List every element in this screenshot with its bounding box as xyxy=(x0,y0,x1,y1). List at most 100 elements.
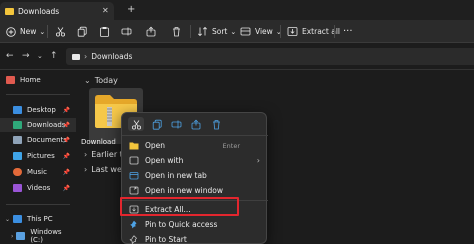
view-button[interactable]: View ⌄ xyxy=(240,24,282,39)
forward-arrow-icon[interactable]: → xyxy=(22,51,30,61)
pin-icon: 📌 xyxy=(62,184,70,192)
downloads-icon xyxy=(13,121,22,129)
tab-downloads[interactable]: Downloads ✕ xyxy=(0,2,114,20)
group-header-today[interactable]: ⌄ Today xyxy=(84,76,118,85)
new-window-icon xyxy=(129,186,139,195)
toolbar-divider xyxy=(334,25,335,38)
back-arrow-icon[interactable]: ← xyxy=(6,51,14,61)
recent-chevron-icon[interactable]: ⌄ xyxy=(37,52,43,60)
sidebar-divider xyxy=(6,94,70,95)
sidebar-item-documents[interactable]: Documents 📌 xyxy=(0,133,76,147)
pin-icon xyxy=(129,220,139,229)
copy-button[interactable] xyxy=(149,117,165,131)
context-menu: Open Enter Open with › Open in new tab O… xyxy=(121,112,268,244)
new-tab-button[interactable]: + xyxy=(127,4,135,15)
highlight-box xyxy=(120,197,239,216)
rename-icon xyxy=(171,120,181,128)
view-button-label: View xyxy=(255,27,273,36)
pictures-icon xyxy=(13,152,22,160)
submenu-arrow-icon: › xyxy=(256,156,260,165)
new-button[interactable]: New ⌄ xyxy=(6,24,45,39)
sidebar-item-label: Documents xyxy=(27,136,67,144)
folder-icon xyxy=(5,7,14,15)
computer-icon xyxy=(13,215,23,223)
menu-item-pin-start[interactable]: Pin to Start xyxy=(122,232,268,244)
group-label: Today xyxy=(94,76,118,85)
expand-chevron-icon[interactable]: ⌄ xyxy=(5,216,10,223)
music-icon xyxy=(13,168,22,176)
sidebar-item-home[interactable]: Home xyxy=(0,73,76,87)
sidebar-item-label: Home xyxy=(20,76,41,84)
sidebar-item-windows-c[interactable]: › Windows (C:) xyxy=(0,228,76,244)
folder-icon xyxy=(72,53,80,60)
toolbar-divider xyxy=(280,25,281,38)
new-tab-icon xyxy=(129,171,139,180)
menu-item-label: Open in new tab xyxy=(145,171,207,180)
sidebar-item-downloads[interactable]: Downloads 📌 xyxy=(0,118,76,132)
toolbar-divider xyxy=(190,25,191,38)
share-icon xyxy=(146,26,156,37)
delete-button[interactable] xyxy=(171,24,182,39)
sidebar-item-music[interactable]: Music 📌 xyxy=(0,165,76,179)
sort-button[interactable]: Sort ⌄ xyxy=(197,24,236,39)
sidebar-item-label: Pictures xyxy=(27,152,55,160)
pin-icon xyxy=(129,235,139,244)
view-icon xyxy=(240,27,251,36)
collapse-chevron-icon: ⌄ xyxy=(84,76,91,85)
paste-icon xyxy=(100,27,109,37)
delete-button[interactable] xyxy=(208,117,224,131)
menu-item-open-new-tab[interactable]: Open in new tab xyxy=(122,168,268,183)
extract-all-button[interactable]: Extract all xyxy=(287,24,340,39)
menu-item-open[interactable]: Open Enter xyxy=(122,138,268,153)
sidebar-item-label: Desktop xyxy=(27,106,56,114)
up-arrow-icon[interactable]: ↑ xyxy=(50,51,58,61)
sidebar-item-label: Music xyxy=(27,168,47,176)
cut-button[interactable] xyxy=(128,117,144,131)
drive-icon xyxy=(16,232,26,240)
pin-icon: 📌 xyxy=(62,168,70,176)
address-bar-row: ← → ⌄ ↑ › Downloads xyxy=(0,43,474,70)
breadcrumb-downloads[interactable]: Downloads xyxy=(91,52,132,61)
sidebar-item-videos[interactable]: Videos 📌 xyxy=(0,181,76,195)
expand-chevron-icon[interactable]: › xyxy=(11,233,13,240)
copy-button[interactable] xyxy=(77,24,88,39)
desktop-icon xyxy=(13,106,22,114)
scissors-icon xyxy=(131,119,141,130)
tab-title: Downloads xyxy=(18,6,60,16)
sidebar-item-label: This PC xyxy=(27,215,53,223)
sidebar-item-label: Windows (C:) xyxy=(30,228,62,244)
paste-button[interactable] xyxy=(99,24,110,39)
rename-button[interactable] xyxy=(168,117,184,131)
menu-item-open-with[interactable]: Open with › xyxy=(122,153,268,168)
share-button[interactable] xyxy=(188,117,204,131)
file-name: Download xyxy=(81,138,116,146)
sidebar-item-pictures[interactable]: Pictures 📌 xyxy=(0,149,76,163)
copy-icon xyxy=(152,119,162,130)
share-icon xyxy=(191,119,200,129)
chevron-down-icon: ⌄ xyxy=(230,27,237,36)
extract-icon xyxy=(287,27,298,36)
cut-button[interactable] xyxy=(55,24,66,39)
plus-circle-icon xyxy=(6,26,16,37)
more-options-button[interactable]: ··· xyxy=(343,24,353,39)
home-icon xyxy=(6,76,15,84)
trash-icon xyxy=(212,119,220,129)
menu-item-open-new-window[interactable]: Open in new window xyxy=(122,183,268,198)
close-tab-icon[interactable]: ✕ xyxy=(102,6,109,15)
share-button[interactable] xyxy=(146,24,157,39)
folder-open-icon xyxy=(129,141,139,150)
sort-icon xyxy=(198,26,207,37)
sidebar-item-desktop[interactable]: Desktop 📌 xyxy=(0,103,76,117)
address-bar[interactable]: › Downloads xyxy=(66,48,474,65)
new-button-label: New xyxy=(20,27,37,36)
chevron-down-icon: ⌄ xyxy=(39,27,46,36)
title-bar: Downloads ✕ + xyxy=(0,0,474,20)
menu-item-label: Open xyxy=(145,141,166,150)
command-bar: New ⌄ Sort ⌄ View ⌄ Extract all ··· xyxy=(0,20,474,43)
sidebar-item-this-pc[interactable]: ⌄ This PC xyxy=(0,212,76,226)
expand-chevron-icon: › xyxy=(84,150,88,159)
menu-item-pin-quick-access[interactable]: Pin to Quick access xyxy=(122,217,268,232)
menu-item-label: Pin to Quick access xyxy=(145,220,218,229)
sort-button-label: Sort xyxy=(212,27,228,36)
rename-button[interactable] xyxy=(121,24,132,39)
